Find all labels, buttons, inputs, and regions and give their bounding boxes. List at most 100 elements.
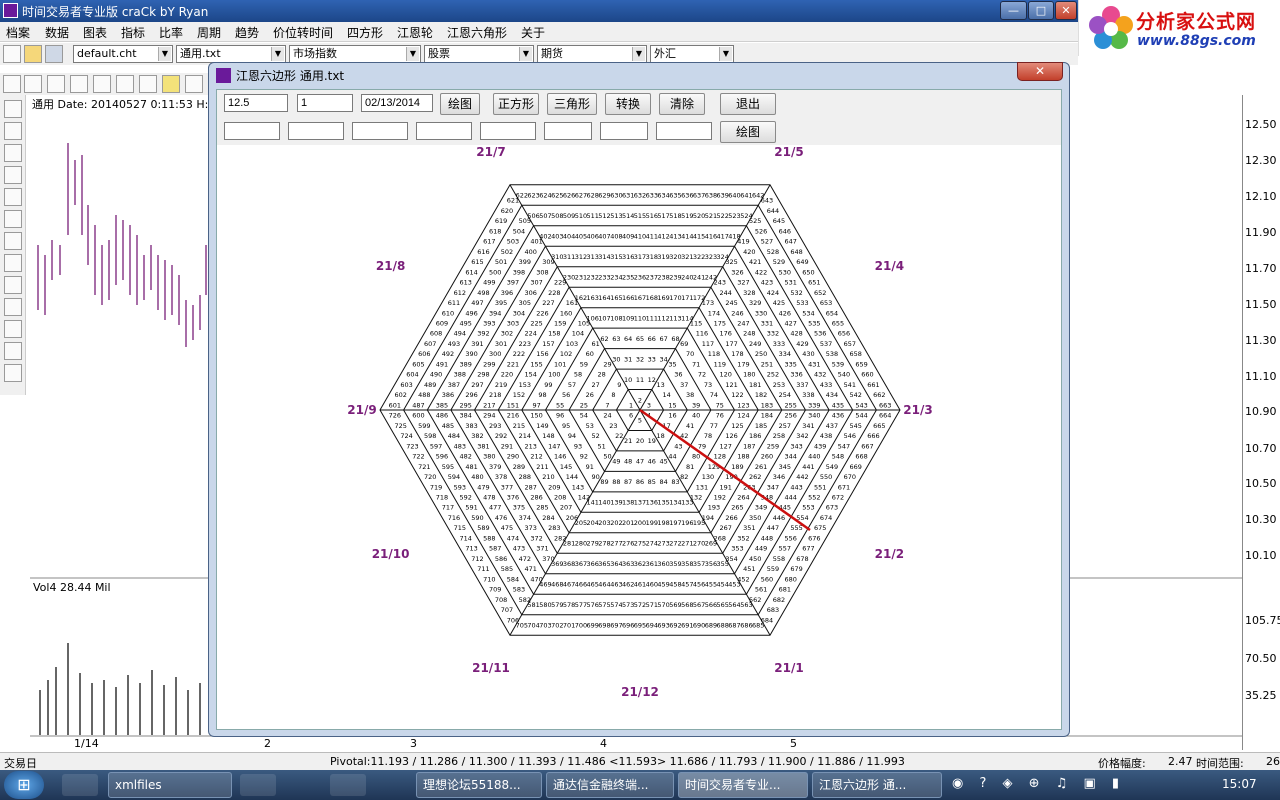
exit-button[interactable]: 退出 bbox=[720, 93, 776, 115]
close-button[interactable]: ✕ bbox=[1055, 1, 1077, 20]
time-tool-icon[interactable] bbox=[4, 254, 22, 272]
fan-tool-icon[interactable] bbox=[4, 276, 22, 294]
convert-button[interactable]: 转换 bbox=[605, 93, 651, 115]
hexagon-cell-number: 647 bbox=[784, 238, 796, 246]
taskbar-item-time-trader[interactable]: 时间交易者专业... bbox=[678, 772, 808, 798]
rect-tool-icon[interactable] bbox=[4, 342, 22, 360]
crosshair-icon[interactable] bbox=[162, 75, 180, 93]
hexagon-cell-number: 285 bbox=[536, 504, 548, 512]
price-input[interactable] bbox=[224, 94, 288, 112]
menu-gann-wheel[interactable]: 江恩轮 bbox=[397, 24, 433, 41]
hexagon-cell-number: 410 bbox=[634, 233, 646, 241]
taskbar-item-forum[interactable]: 理想论坛55188... bbox=[416, 772, 542, 798]
hexagon-cell-number: 563 bbox=[740, 601, 752, 609]
arrow-left-icon[interactable] bbox=[24, 75, 42, 93]
data-file-select[interactable]: 通用.txt ▼ bbox=[176, 45, 286, 63]
player-icon[interactable] bbox=[240, 774, 276, 796]
maximize-button[interactable]: □ bbox=[1028, 1, 1054, 20]
menu-price-to-time[interactable]: 价位转时间 bbox=[273, 24, 333, 41]
param-field-6[interactable] bbox=[544, 122, 592, 140]
minimize-button[interactable]: — bbox=[1000, 1, 1027, 20]
hexagon-cell-number: 531 bbox=[784, 279, 796, 287]
chart-template-select[interactable]: default.cht ▼ bbox=[73, 45, 173, 63]
menu-chart[interactable]: 图表 bbox=[83, 24, 107, 41]
hexagon-cell-number: 162 bbox=[575, 294, 587, 302]
market-index-select[interactable]: 市场指数 ▼ bbox=[289, 45, 421, 63]
triangle-button[interactable]: 三角形 bbox=[547, 93, 597, 115]
app-launcher-icon[interactable] bbox=[330, 774, 366, 796]
arrow-right-icon[interactable] bbox=[47, 75, 65, 93]
hexagon-cell-number: 193 bbox=[708, 504, 720, 512]
zoom-icon[interactable] bbox=[3, 75, 21, 93]
stock-select[interactable]: 股票 ▼ bbox=[424, 45, 534, 63]
hexagon-cell-number: 454 bbox=[716, 581, 728, 589]
menu-trend[interactable]: 趋势 bbox=[235, 24, 259, 41]
menu-ratio[interactable]: 比率 bbox=[159, 24, 183, 41]
menu-data[interactable]: 数据 bbox=[45, 24, 69, 41]
param-field-2[interactable] bbox=[288, 122, 344, 140]
hexagon-cell-number: 49 bbox=[612, 458, 620, 466]
hexagon-cell-number: 522 bbox=[716, 212, 728, 220]
save-icon[interactable] bbox=[45, 45, 63, 63]
hexagon-cell-number: 195 bbox=[693, 519, 705, 527]
taskbar-item-gann-hexagon[interactable]: 江恩六边形 通... bbox=[812, 772, 942, 798]
cycle-tool-icon[interactable] bbox=[4, 232, 22, 250]
hexagon-cell-number: 134 bbox=[669, 499, 681, 507]
pencil-tool-icon[interactable] bbox=[4, 320, 22, 338]
open-folder-icon[interactable] bbox=[24, 45, 42, 63]
menu-square[interactable]: 四方形 bbox=[347, 24, 383, 41]
square-button[interactable]: 正方形 bbox=[493, 93, 539, 115]
hexagon-cell-number: 395 bbox=[495, 299, 507, 307]
hexagon-cell-number: 282 bbox=[554, 534, 566, 542]
hexagon-cell-number: 385 bbox=[436, 401, 448, 409]
menu-file[interactable]: 档案 bbox=[6, 24, 30, 41]
date-input[interactable] bbox=[361, 94, 433, 112]
bars-tool-icon[interactable] bbox=[4, 210, 22, 228]
hexagon-cell-number: 541 bbox=[844, 381, 856, 389]
hexagon-cell-number: 660 bbox=[861, 371, 873, 379]
arrow-down-icon[interactable] bbox=[93, 75, 111, 93]
hexagon-cell-number: 219 bbox=[495, 381, 507, 389]
line-tool-icon[interactable] bbox=[4, 100, 22, 118]
new-file-icon[interactable] bbox=[3, 45, 21, 63]
hexagon-cell-number: 423 bbox=[761, 279, 773, 287]
param-field-4[interactable] bbox=[416, 122, 472, 140]
param-field-8[interactable] bbox=[656, 122, 712, 140]
ie-icon[interactable] bbox=[62, 774, 98, 796]
param-field-5[interactable] bbox=[480, 122, 536, 140]
dialog-close-button[interactable]: ✕ bbox=[1017, 62, 1063, 81]
angle-tool-icon[interactable] bbox=[4, 298, 22, 316]
draw-button[interactable]: 绘图 bbox=[440, 93, 480, 115]
step-forward-icon[interactable] bbox=[139, 75, 157, 93]
param-field-7[interactable] bbox=[600, 122, 648, 140]
channel-tool-icon[interactable] bbox=[4, 166, 22, 184]
hexagon-cell-number: 412 bbox=[657, 233, 669, 241]
taskbar-item-xmlfiles[interactable]: xmlfiles bbox=[108, 772, 232, 798]
system-tray-icons[interactable]: ◉ ? ◈ ⊕ ♫ ▣ ▮ bbox=[952, 776, 1142, 794]
start-button[interactable]: ⊞ bbox=[4, 771, 44, 799]
chart-tool-icon[interactable] bbox=[4, 364, 22, 382]
draw-button-2[interactable]: 绘图 bbox=[720, 121, 776, 143]
arrow-up-icon[interactable] bbox=[70, 75, 88, 93]
d-tool-icon[interactable] bbox=[185, 75, 203, 93]
futures-select[interactable]: 期货 ▼ bbox=[537, 45, 647, 63]
menu-gann-hexagon[interactable]: 江恩六角形 bbox=[447, 24, 507, 41]
hexagon-cell-number: 370 bbox=[542, 555, 554, 563]
hexagon-cell-number: 527 bbox=[761, 238, 773, 246]
menu-indicator[interactable]: 指标 bbox=[121, 24, 145, 41]
step-input[interactable] bbox=[297, 94, 353, 112]
parallel-tool-icon[interactable] bbox=[4, 144, 22, 162]
hexagon-cell-number: 70 bbox=[686, 350, 694, 358]
step-back-icon[interactable] bbox=[116, 75, 134, 93]
hexagon-cell-number: 405 bbox=[575, 233, 587, 241]
hline-tool-icon[interactable] bbox=[4, 122, 22, 140]
hexagon-cell-number: 712 bbox=[471, 555, 483, 563]
clear-button[interactable]: 清除 bbox=[659, 93, 705, 115]
param-field-1[interactable] bbox=[224, 122, 280, 140]
taskbar-item-tdx[interactable]: 通达信金融终端... bbox=[546, 772, 674, 798]
forex-select[interactable]: 外汇 ▼ bbox=[650, 45, 734, 63]
fib-tool-icon[interactable] bbox=[4, 188, 22, 206]
menu-period[interactable]: 周期 bbox=[197, 24, 221, 41]
param-field-3[interactable] bbox=[352, 122, 408, 140]
menu-about[interactable]: 关于 bbox=[521, 24, 545, 41]
